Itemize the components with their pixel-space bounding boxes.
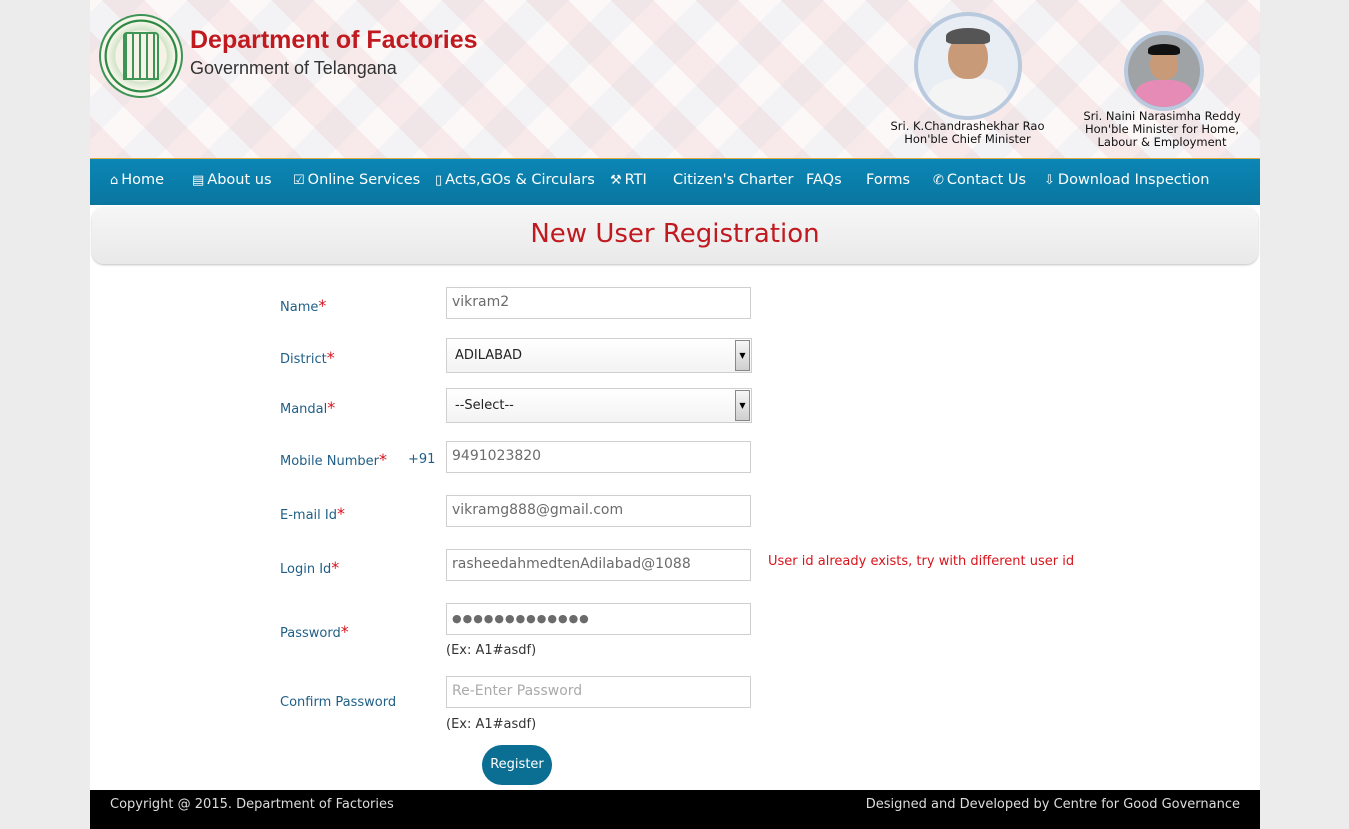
mandal-label-text: Mandal — [280, 402, 328, 417]
email-input[interactable]: vikramg888@gmail.com — [446, 495, 751, 527]
login-label-text: Login Id — [280, 562, 332, 577]
required-marker: * — [331, 558, 340, 577]
nav-contact-us[interactable]: ✆ Contact Us — [933, 159, 1026, 205]
nav-rti[interactable]: ⚒ RTI — [610, 159, 647, 205]
name-label: Name* — [280, 296, 326, 315]
login-id-error-message: User id already exists, try with differe… — [768, 554, 1075, 569]
name-input[interactable]: vikram2 — [446, 287, 751, 319]
chief-minister-caption: Sri. K.Chandrashekhar Rao Hon'ble Chief … — [880, 120, 1055, 146]
nav-citizens-charter-label: Citizen's Charter — [673, 172, 794, 188]
dropdown-arrow-icon[interactable]: ▼ — [735, 340, 750, 371]
required-marker: * — [327, 398, 336, 417]
required-marker: * — [340, 622, 349, 641]
check-square-icon: ☑ — [293, 173, 305, 188]
register-button[interactable]: Register — [482, 745, 552, 785]
nav-online-services-label: Online Services — [307, 172, 421, 188]
footer-copyright: Copyright @ 2015. Department of Factorie… — [110, 797, 394, 812]
home-minister-caption: Sri. Naini Narasimha Reddy Hon'ble Minis… — [1075, 110, 1249, 149]
mandal-selected-value: --Select-- — [455, 398, 514, 413]
nav-home-label: Home — [121, 172, 165, 188]
header: Department of Factories Government of Te… — [90, 0, 1260, 160]
page-title-banner: New User Registration — [92, 207, 1258, 264]
gavel-icon: ⚒ — [610, 173, 622, 188]
nav-citizens-charter[interactable]: Citizen's Charter — [673, 159, 793, 205]
footer-credit: Designed and Developed by Centre for Goo… — [865, 797, 1240, 812]
nav-acts[interactable]: ▯ Acts,GOs & Circulars — [435, 159, 595, 205]
nav-contact-label: Contact Us — [946, 172, 1027, 188]
phone-icon: ✆ — [933, 173, 944, 188]
required-marker: * — [326, 348, 335, 367]
page-title: New User Registration — [530, 219, 820, 249]
email-label: E-mail Id* — [280, 504, 345, 523]
login-id-label: Login Id* — [280, 558, 339, 577]
district-label-text: District — [280, 352, 327, 367]
password-input[interactable]: ●●●●●●●●●●●●● — [446, 603, 751, 635]
password-hint: (Ex: A1#asdf) — [446, 643, 537, 658]
district-selected-value: ADILABAD — [455, 348, 522, 363]
nav-download-label: Download Inspection — [1057, 172, 1210, 188]
home-minister-photo — [1124, 31, 1204, 111]
required-marker: * — [379, 450, 387, 469]
nav-rti-label: RTI — [624, 172, 647, 188]
nav-online-services[interactable]: ☑ Online Services — [293, 159, 420, 205]
email-label-text: E-mail Id — [280, 508, 337, 523]
district-label: District* — [280, 348, 335, 367]
mandal-select[interactable]: --Select-- ▼ — [446, 388, 752, 423]
nav-home[interactable]: ⌂ Home — [110, 159, 164, 205]
mobile-label: Mobile Number* — [280, 450, 387, 469]
page: Department of Factories Government of Te… — [90, 0, 1260, 829]
download-icon: ⇩ — [1044, 173, 1055, 188]
confirm-password-label: Confirm Password — [280, 695, 397, 710]
nav-forms[interactable]: Forms — [866, 159, 910, 205]
nav-acts-label: Acts,GOs & Circulars — [445, 172, 595, 188]
name-label-text: Name — [280, 300, 319, 315]
mobile-input[interactable]: 9491023820 — [446, 441, 751, 473]
nav-about-us[interactable]: ▤ About us — [192, 159, 272, 205]
district-select[interactable]: ADILABAD ▼ — [446, 338, 752, 373]
mandal-label: Mandal* — [280, 398, 335, 417]
confirm-password-hint: (Ex: A1#asdf) — [446, 717, 537, 732]
nav-faqs[interactable]: FAQs — [806, 159, 842, 205]
site-title[interactable]: Department of Factories — [190, 26, 478, 55]
nav-download-inspection[interactable]: ⇩ Download Inspection — [1044, 159, 1209, 205]
nav-about-label: About us — [207, 172, 272, 188]
password-label: Password* — [280, 622, 349, 641]
person2-role-line2: Labour & Employment — [1097, 135, 1227, 149]
nav-forms-label: Forms — [866, 172, 911, 188]
book-icon: ▤ — [192, 173, 205, 188]
confirm-password-input[interactable]: Re-Enter Password — [446, 676, 751, 708]
file-icon: ▯ — [435, 173, 443, 188]
site-subtitle: Government of Telangana — [190, 58, 397, 78]
dropdown-arrow-icon[interactable]: ▼ — [735, 390, 750, 421]
password-label-text: Password — [280, 626, 341, 641]
required-marker: * — [318, 296, 327, 315]
telangana-emblem-logo[interactable] — [99, 14, 183, 98]
main-nav: ⌂ Home ▤ About us ☑ Online Services ▯ Acts,G… — [90, 159, 1260, 205]
mobile-label-text: Mobile Number — [280, 454, 379, 469]
login-id-input[interactable]: rasheedahmedtenAdilabad@1088 — [446, 549, 751, 581]
footer: Copyright @ 2015. Department of Factorie… — [90, 790, 1260, 829]
chief-minister-photo — [914, 12, 1022, 120]
home-icon: ⌂ — [110, 173, 119, 188]
person1-role: Hon'ble Chief Minister — [904, 132, 1031, 146]
nav-faqs-label: FAQs — [806, 172, 842, 188]
mobile-country-prefix: +91 — [408, 452, 436, 467]
required-marker: * — [336, 504, 345, 523]
